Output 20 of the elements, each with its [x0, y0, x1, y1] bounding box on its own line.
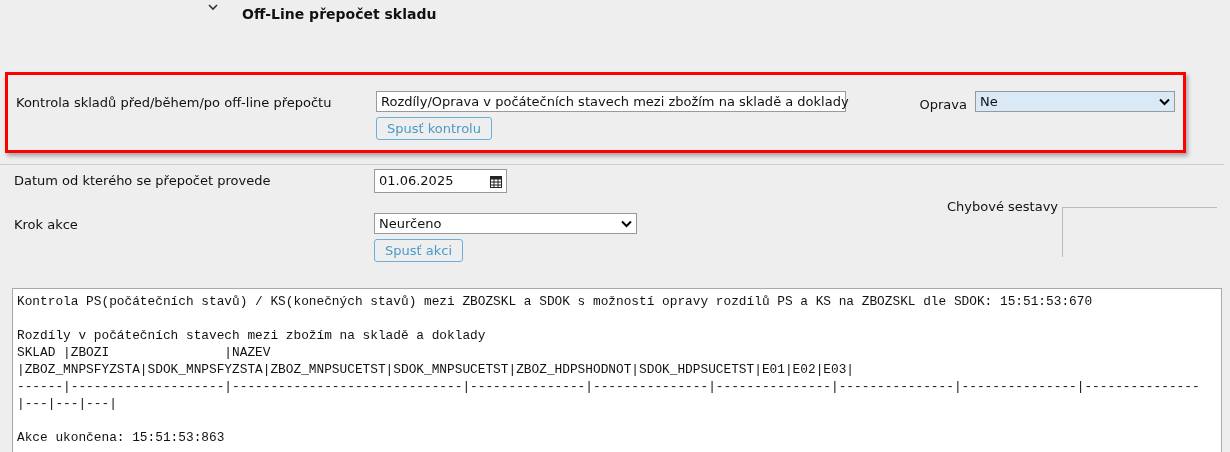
log-line: SKLAD |ZBOZI |NAZEV [17, 344, 271, 361]
step-select[interactable]: Neurčeno [374, 213, 637, 234]
chevron-down-icon[interactable] [208, 4, 218, 11]
dropdown-caret-icon [1159, 97, 1170, 106]
log-line: Akce ukončena: 15:51:53:863 [17, 429, 225, 446]
section-title: Off-Line přepočet skladu [242, 5, 437, 24]
log-line: |ZBOZ_MNPSFYZSTA|SDOK_MNPSFYZSTA|ZBOZ_MNPSUCETST|SDOK_MNPSUCETST|ZBOZ_HDPSHODNOT|SDOK_HDPSUCETST|E01|E02|E03| [17, 361, 855, 378]
field-label: Oprava [919, 96, 967, 114]
field-label: Krok akce [14, 216, 79, 234]
field-label: Kontrola skladů před/během/po off-line přepočtu [16, 94, 333, 112]
log-line: Kontrola PS(počátečních stavů) / KS(konečných stavů) mezi ZBOZSKL a SDOK s možností opravy rozdílů PS a KS na ZBOZSKL dle SDOK: 15:51:53:670 [17, 293, 1093, 310]
check-type-select[interactable]: Rozdíly/Oprava v počátečních stavech mezi zbožím na skladě a doklady [376, 91, 846, 112]
dropdown-caret-icon [621, 219, 632, 228]
log-line: ------|--------------------|------------------------------|---------------|---------------|---------------|---------------|---------------|--------------- [17, 378, 1200, 395]
log-line: Rozdíly v počátečních stavech mezi zbožím na skladě a doklady [17, 327, 486, 344]
field-label: Datum od kterého se přepočet provede [14, 172, 272, 190]
fix-select[interactable]: Ne [975, 91, 1175, 112]
calendar-icon[interactable] [490, 174, 502, 188]
log-line: |---|---|---| [17, 395, 117, 412]
date-field[interactable]: 01.06.2025 [374, 169, 507, 193]
